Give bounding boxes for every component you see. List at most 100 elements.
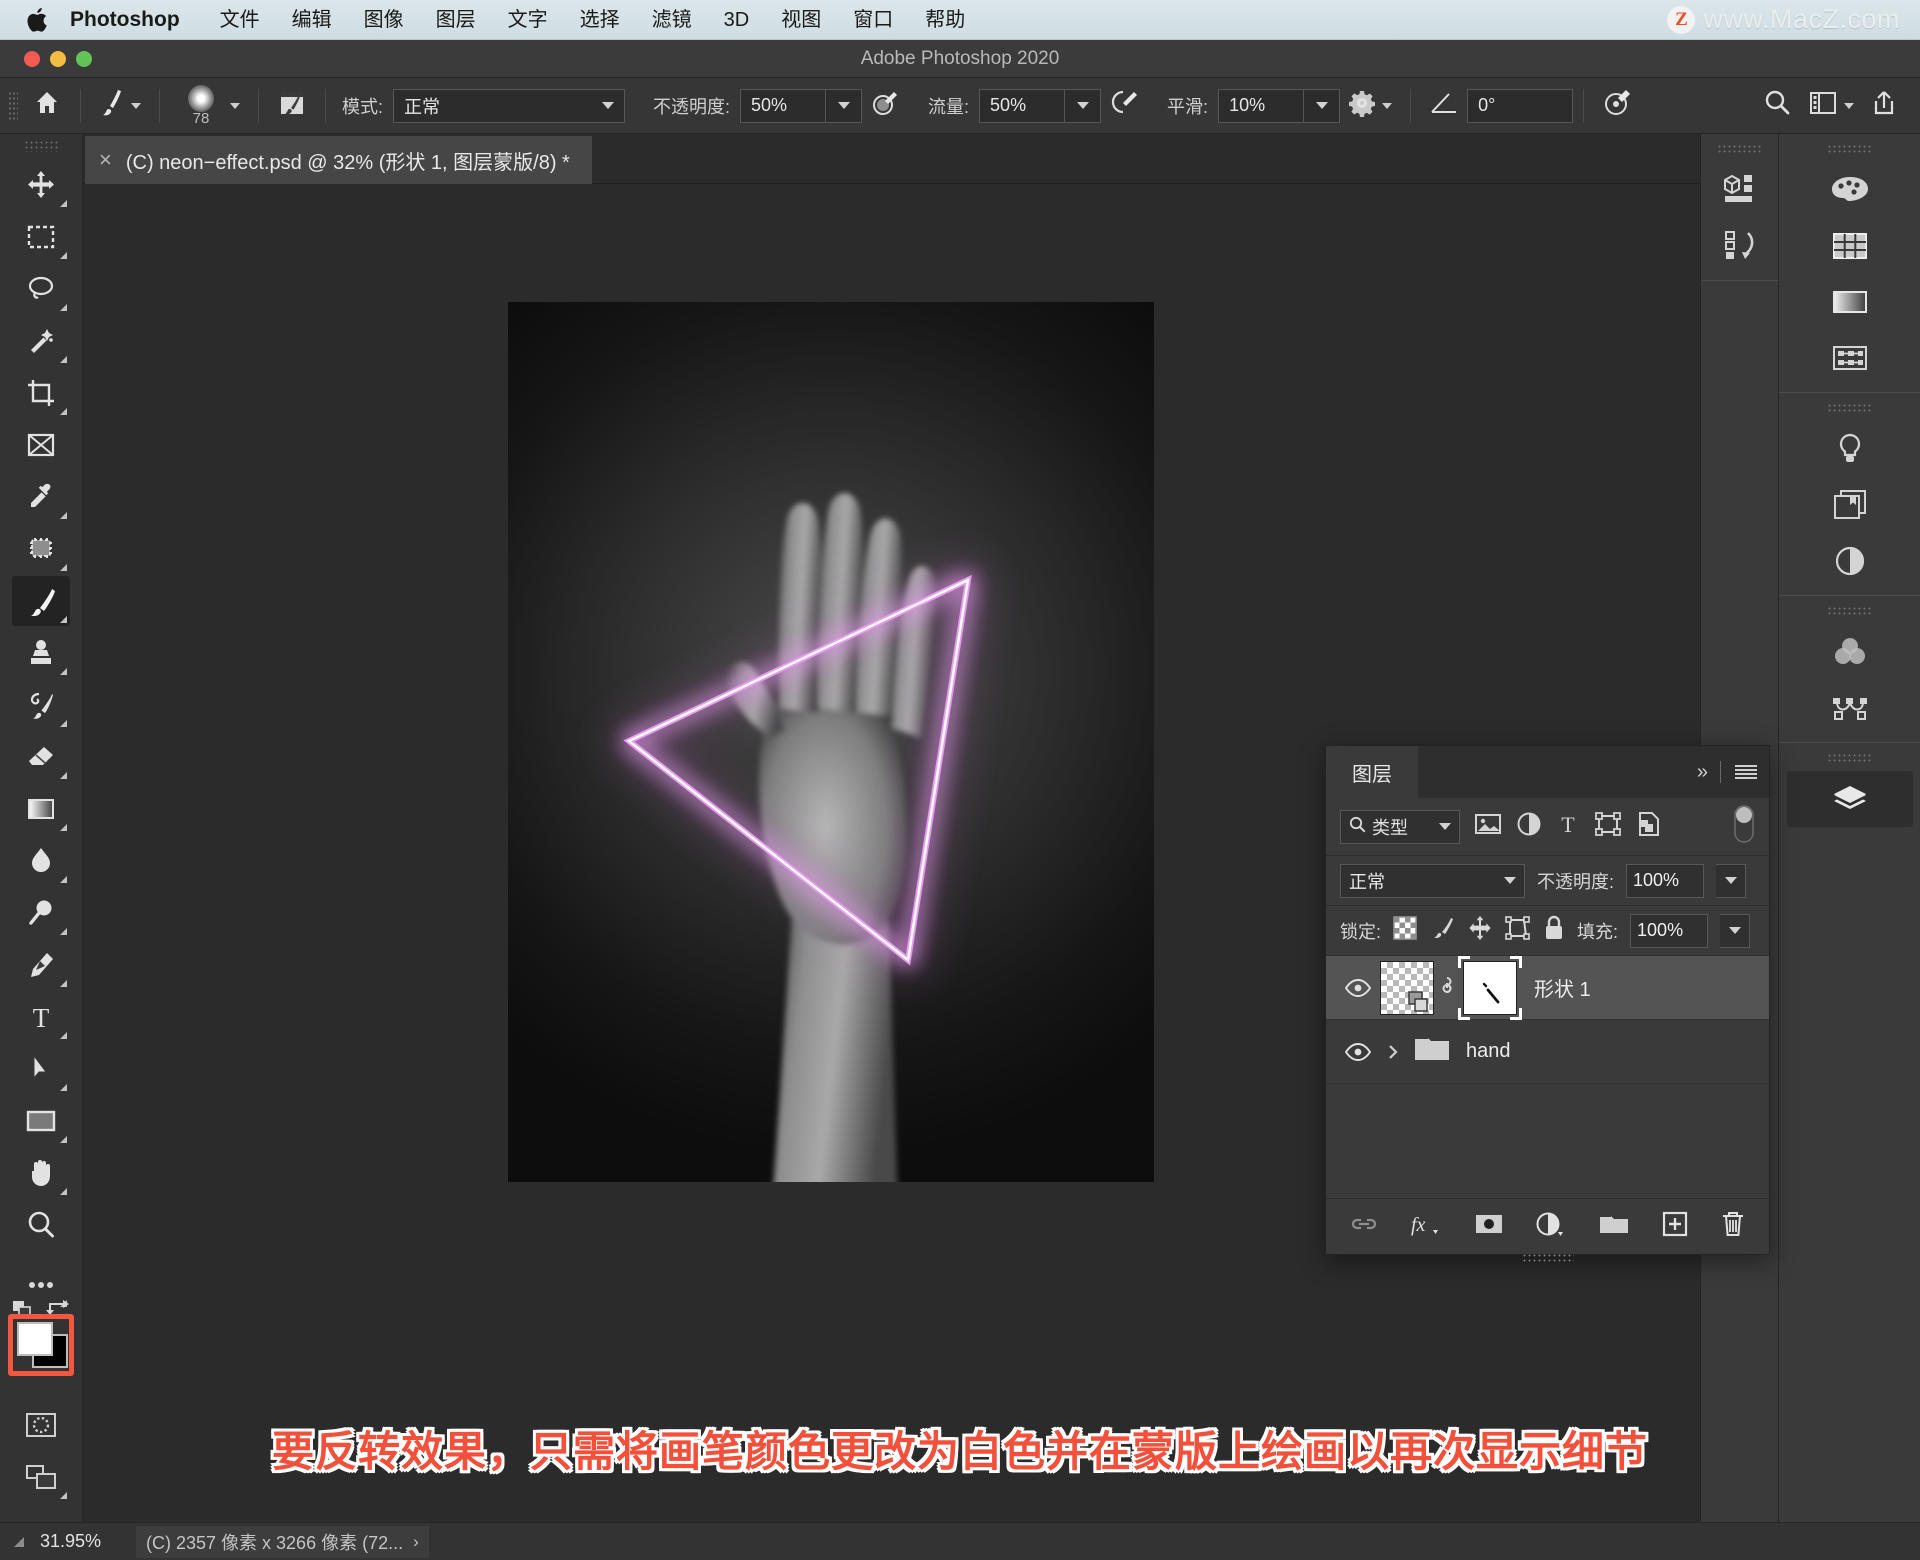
document-info[interactable]: (C) 2357 像素 x 3266 像素 (72... › — [136, 1525, 429, 1558]
blur-tool[interactable] — [12, 836, 70, 886]
menu-image[interactable]: 图像 — [348, 0, 420, 40]
blend-mode-select[interactable]: 正常 — [393, 88, 626, 123]
close-icon[interactable]: × — [99, 149, 112, 171]
tool-flyout-indicator[interactable] — [60, 304, 67, 311]
hand-tool[interactable] — [12, 1148, 70, 1198]
menu-filter[interactable]: 滤镜 — [636, 0, 708, 40]
zoom-level[interactable]: 31.95% — [40, 1531, 136, 1552]
flow-dropdown-button[interactable] — [1065, 88, 1102, 123]
tools-panel-grip[interactable] — [24, 140, 58, 152]
double-chevron-icon[interactable]: » — [1697, 761, 1708, 784]
filter-type-icon[interactable]: T — [1556, 811, 1580, 842]
menu-select[interactable]: 选择 — [564, 0, 636, 40]
tool-flyout-indicator[interactable] — [60, 200, 67, 207]
menu-view[interactable]: 视图 — [765, 0, 837, 40]
eraser-tool[interactable] — [12, 732, 70, 782]
new-adjustment-layer-button[interactable] — [1535, 1211, 1567, 1242]
filter-kind-select[interactable]: 类型 — [1340, 809, 1460, 844]
tool-flyout-indicator[interactable] — [60, 252, 67, 259]
layer-row-shape-1[interactable]: 形状 1 — [1326, 955, 1769, 1020]
tool-flyout-indicator[interactable] — [60, 1492, 67, 1499]
search-button[interactable] — [1754, 84, 1800, 128]
tool-flyout-indicator[interactable] — [60, 772, 67, 779]
layers-panel-icon[interactable] — [1787, 771, 1913, 827]
color-panel-icon[interactable] — [1779, 162, 1920, 218]
new-group-button[interactable] — [1597, 1212, 1631, 1241]
filter-pixel-icon[interactable] — [1474, 812, 1502, 841]
panel-resize-grip[interactable] — [1521, 1253, 1574, 1263]
zoom-tool[interactable] — [12, 1200, 70, 1250]
patterns-panel-icon[interactable] — [1779, 330, 1920, 386]
eyedropper-tool[interactable] — [12, 472, 70, 522]
layer-fill-input[interactable]: 100% — [1630, 913, 1709, 948]
workspace-switcher-button[interactable] — [1800, 84, 1862, 128]
lock-position-icon[interactable] — [1467, 915, 1493, 946]
layer-style-button[interactable]: fx — [1409, 1211, 1443, 1242]
brush-settings-panel-toggle[interactable] — [269, 84, 315, 128]
layer-opacity-input[interactable]: 100% — [1626, 863, 1705, 898]
brush-preset-picker[interactable] — [91, 84, 149, 128]
lasso-tool[interactable] — [12, 264, 70, 314]
tool-preset-picker[interactable] — [24, 84, 70, 128]
tab-layers[interactable]: 图层 — [1326, 746, 1418, 798]
lock-artboard-nesting-icon[interactable] — [1505, 916, 1531, 945]
filter-shape-icon[interactable] — [1594, 811, 1622, 842]
tool-flyout-indicator[interactable] — [60, 564, 67, 571]
apple-logo-icon[interactable] — [26, 7, 48, 33]
type-tool[interactable]: T — [12, 992, 70, 1042]
smoothing-dropdown-button[interactable] — [1304, 88, 1341, 123]
menu-type[interactable]: 文字 — [492, 0, 564, 40]
paths-panel-icon[interactable] — [1779, 680, 1920, 736]
tool-flyout-indicator[interactable] — [60, 928, 67, 935]
dock-grip[interactable] — [1827, 753, 1873, 763]
tool-flyout-indicator[interactable] — [60, 980, 67, 987]
dock-grip[interactable] — [1827, 403, 1873, 413]
layer-name[interactable]: hand — [1466, 1040, 1511, 1063]
brush-tool[interactable] — [12, 576, 70, 626]
document-canvas[interactable] — [508, 302, 1154, 1182]
tool-flyout-indicator[interactable] — [60, 824, 67, 831]
close-window-button[interactable] — [24, 50, 40, 67]
add-layer-mask-button[interactable] — [1473, 1212, 1505, 1241]
dock-grip[interactable] — [1716, 144, 1763, 154]
menu-file[interactable]: 文件 — [204, 0, 276, 40]
lock-transparent-pixels-icon[interactable] — [1393, 916, 1417, 945]
rectangular-marquee-tool[interactable] — [12, 212, 70, 262]
history-panel-icon[interactable] — [1701, 218, 1778, 274]
tool-flyout-indicator[interactable] — [60, 1136, 67, 1143]
libraries-panel-icon[interactable] — [1779, 477, 1920, 533]
object-selection-tool[interactable] — [12, 316, 70, 366]
spot-healing-brush-tool[interactable] — [12, 524, 70, 574]
panel-menu-icon[interactable] — [1735, 764, 1757, 780]
lock-all-icon[interactable] — [1543, 915, 1565, 946]
layer-fill-dropdown[interactable] — [1720, 913, 1751, 948]
rectangle-tool[interactable] — [12, 1096, 70, 1146]
dodge-tool[interactable] — [12, 888, 70, 938]
brush-angle-control[interactable] — [1421, 84, 1467, 128]
crop-tool[interactable] — [12, 368, 70, 418]
gradient-tool[interactable] — [12, 784, 70, 834]
dock-grip[interactable] — [1827, 144, 1873, 154]
layer-visibility-toggle[interactable] — [1336, 1042, 1380, 1061]
lock-image-pixels-icon[interactable] — [1429, 916, 1455, 945]
menu-3d[interactable]: 3D — [708, 0, 766, 40]
brush-size-preview[interactable]: 78 — [170, 84, 248, 128]
frame-tool[interactable] — [12, 420, 70, 470]
tool-flyout-indicator[interactable] — [60, 668, 67, 675]
channels-panel-icon[interactable] — [1779, 624, 1920, 680]
clone-stamp-tool[interactable] — [12, 628, 70, 678]
link-layers-button[interactable] — [1349, 1214, 1379, 1239]
layer-opacity-dropdown[interactable] — [1716, 863, 1747, 898]
pressure-controls-opacity-button[interactable] — [862, 84, 908, 128]
airbrush-button[interactable] — [1101, 84, 1147, 128]
brush-angle-input[interactable]: 0° — [1467, 88, 1574, 123]
tool-flyout-indicator[interactable] — [60, 720, 67, 727]
document-tab[interactable]: × (C) neon−effect.psd @ 32% (形状 1, 图层蒙版/… — [85, 136, 593, 184]
maximize-window-button[interactable] — [76, 50, 92, 67]
delete-layer-button[interactable] — [1719, 1210, 1747, 1243]
minimize-window-button[interactable] — [50, 50, 66, 67]
menu-layer[interactable]: 图层 — [420, 0, 492, 40]
gradients-panel-icon[interactable] — [1779, 274, 1920, 330]
opacity-input[interactable]: 50% — [740, 88, 827, 123]
history-brush-tool[interactable] — [12, 680, 70, 730]
